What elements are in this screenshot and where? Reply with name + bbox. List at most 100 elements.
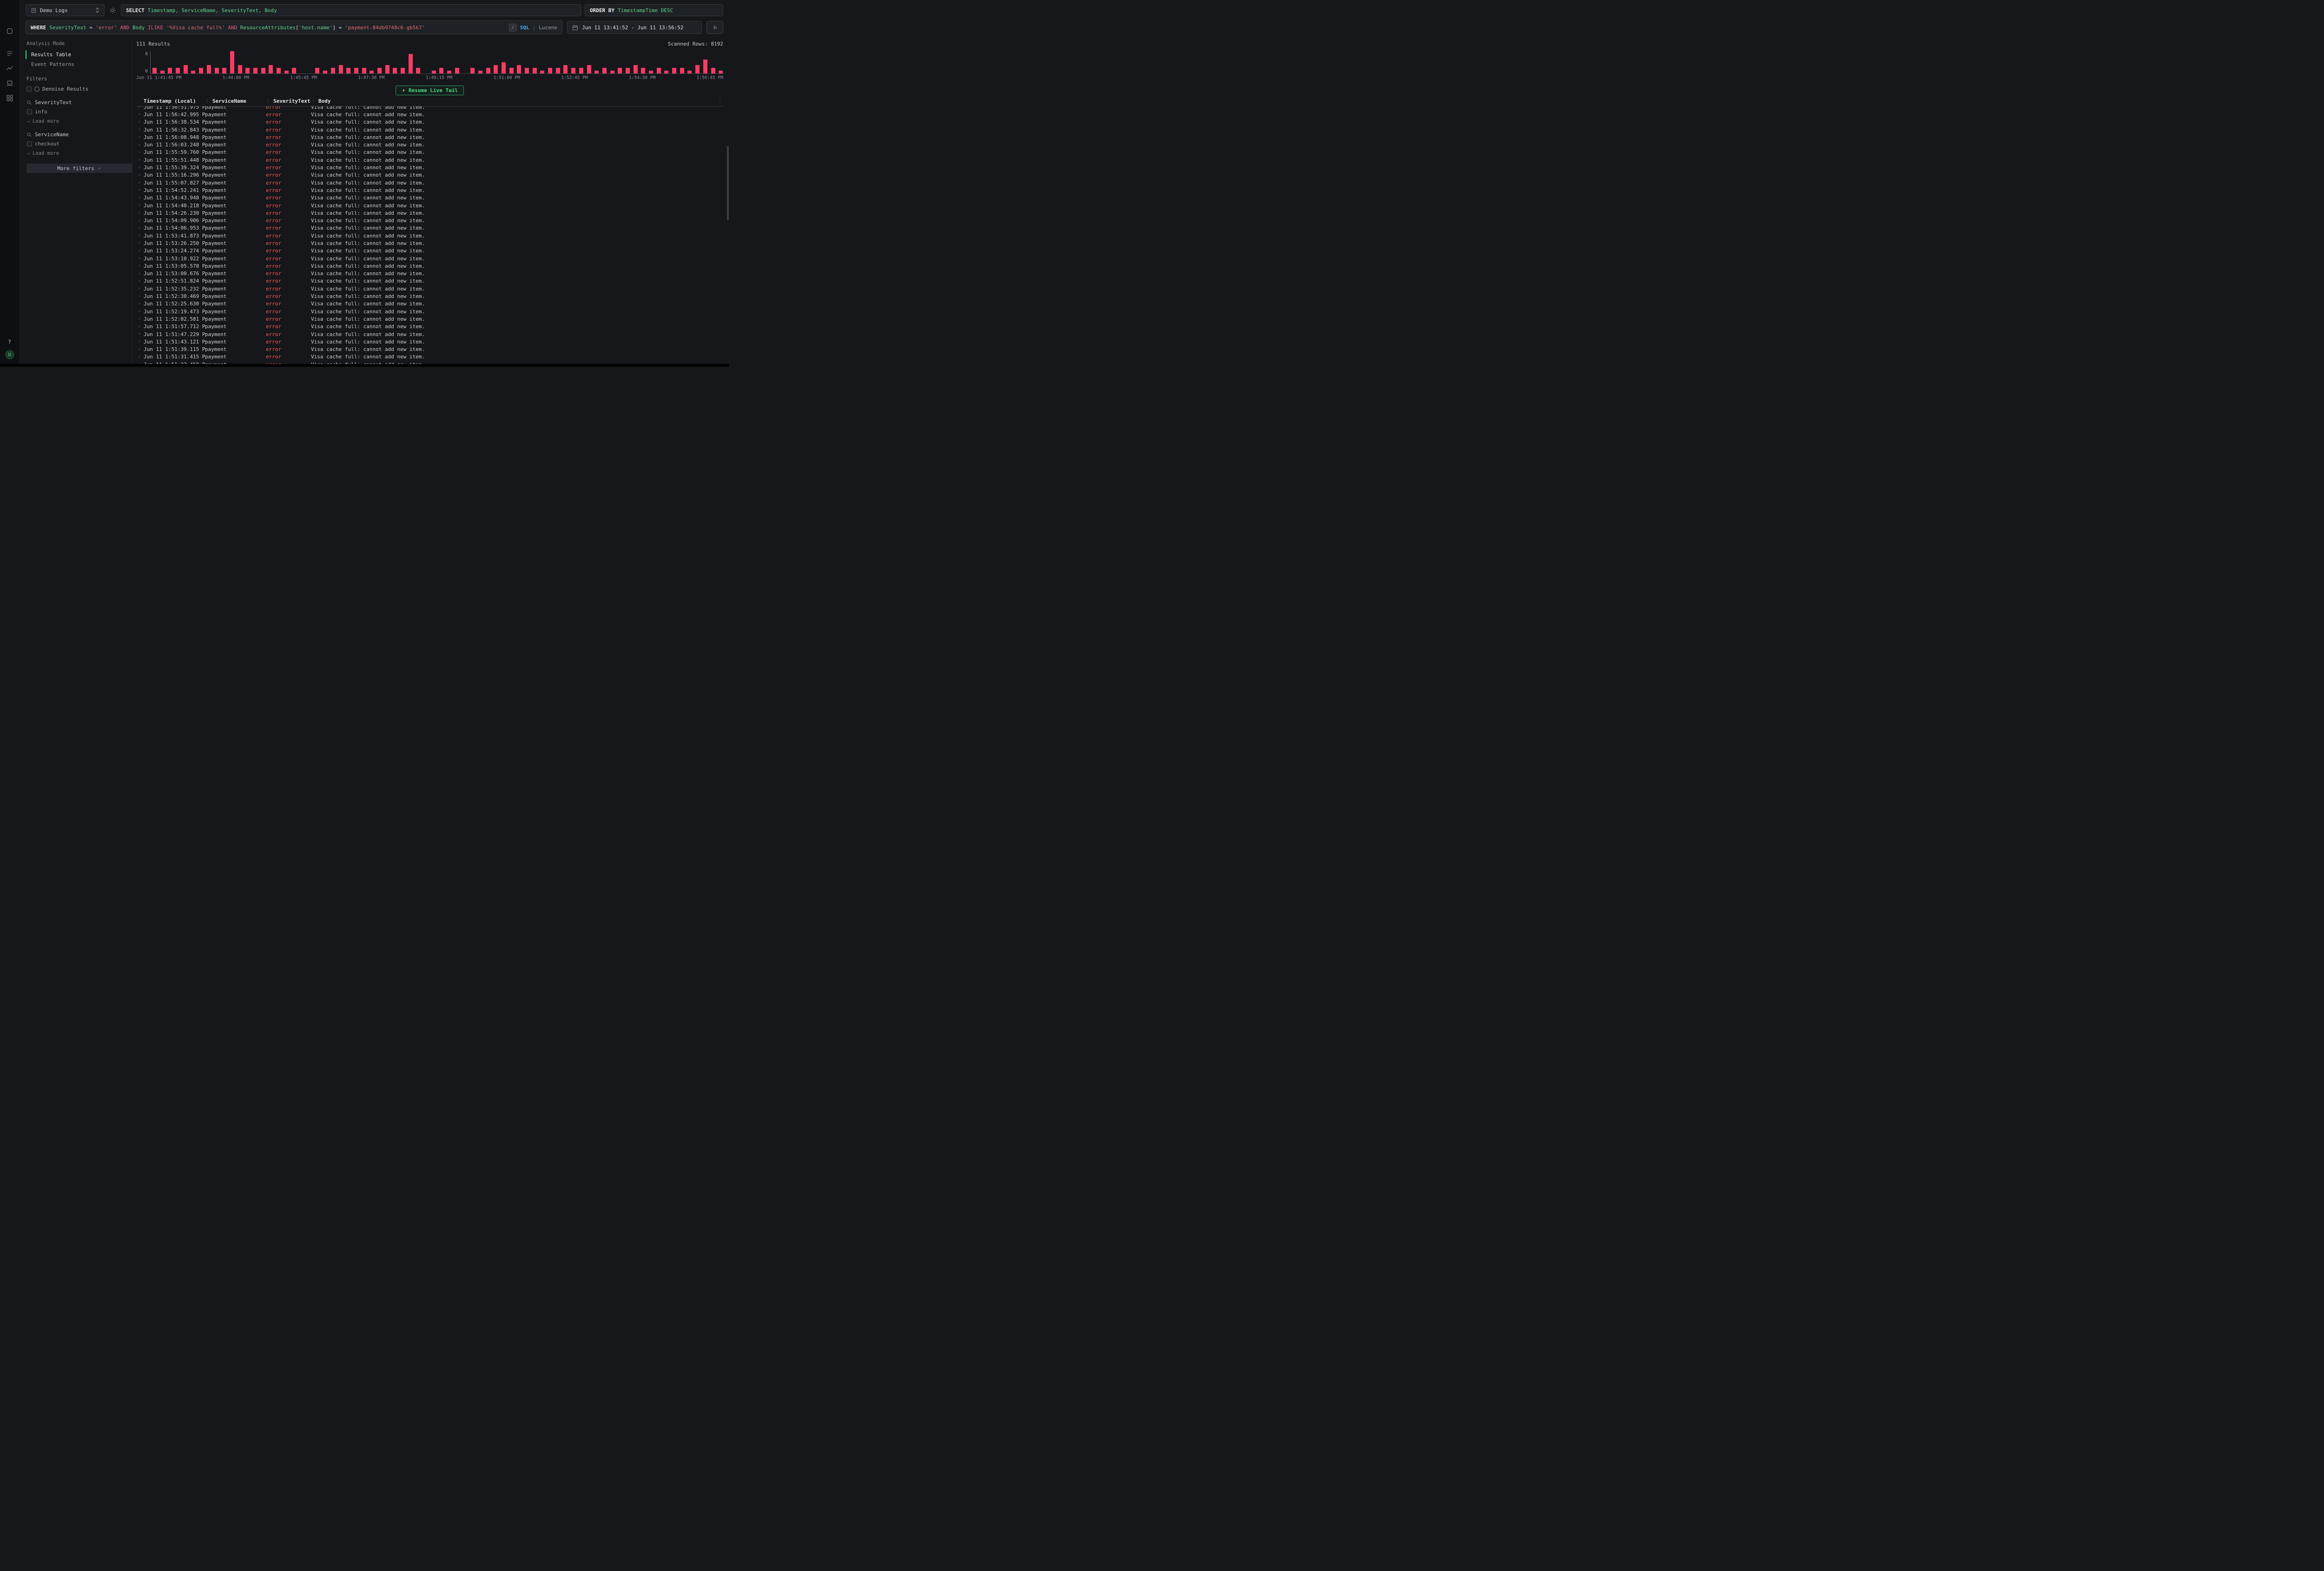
histogram-bar[interactable] bbox=[548, 68, 552, 73]
vertical-scrollbar-thumb[interactable] bbox=[727, 146, 729, 220]
row-expand-chevron-icon[interactable]: › bbox=[136, 256, 144, 261]
table-row[interactable]: › Jun 11 1:51:39.115 PM payment error Vi… bbox=[136, 346, 723, 353]
histogram-bar[interactable] bbox=[494, 65, 498, 73]
histogram-bar[interactable] bbox=[672, 68, 676, 73]
histogram-bar[interactable] bbox=[385, 65, 390, 73]
time-range-picker[interactable]: Jun 11 13:41:52 - Jun 11 13:56:52 bbox=[567, 21, 702, 34]
row-expand-chevron-icon[interactable]: › bbox=[136, 317, 144, 321]
load-more-servicename[interactable]: Load more bbox=[26, 151, 128, 156]
histogram-bar[interactable] bbox=[556, 68, 560, 73]
table-row[interactable]: › Jun 11 1:54:26.230 PM payment error Vi… bbox=[136, 209, 723, 217]
denoise-results-toggle[interactable]: Denoise Results bbox=[26, 86, 128, 92]
histogram-bar[interactable] bbox=[377, 68, 382, 73]
histogram-bar[interactable] bbox=[362, 68, 366, 73]
histogram-bar[interactable] bbox=[207, 65, 211, 73]
nav-sessions-button[interactable] bbox=[4, 77, 16, 89]
histogram-bar[interactable] bbox=[641, 68, 645, 73]
table-row[interactable]: › Jun 11 1:52:25.630 PM payment error Vi… bbox=[136, 300, 723, 308]
filter-group-servicename[interactable]: ServiceName bbox=[26, 132, 128, 138]
histogram-bar[interactable] bbox=[215, 68, 219, 73]
histogram-bar[interactable] bbox=[315, 68, 319, 73]
table-row[interactable]: › Jun 11 1:51:31.415 PM payment error Vi… bbox=[136, 353, 723, 361]
histogram-bar[interactable] bbox=[184, 65, 188, 73]
more-filters-button[interactable]: More filters bbox=[26, 164, 132, 173]
table-row[interactable]: › Jun 11 1:56:08.948 PM payment error Vi… bbox=[136, 133, 723, 141]
table-row[interactable]: › Jun 11 1:54:06.953 PM payment error Vi… bbox=[136, 224, 723, 232]
row-expand-chevron-icon[interactable]: › bbox=[136, 165, 144, 170]
histogram-bar[interactable] bbox=[168, 68, 172, 73]
mode-event-patterns[interactable]: Event Patterns bbox=[26, 60, 128, 69]
histogram-bar[interactable] bbox=[439, 68, 443, 73]
table-row[interactable]: › Jun 11 1:54:09.906 PM payment error Vi… bbox=[136, 217, 723, 224]
histogram-bar[interactable] bbox=[331, 68, 335, 73]
row-expand-chevron-icon[interactable]: › bbox=[136, 355, 144, 359]
denoise-checkbox[interactable] bbox=[26, 86, 32, 92]
row-expand-chevron-icon[interactable]: › bbox=[136, 158, 144, 162]
table-row[interactable]: › Jun 11 1:55:07.827 PM payment error Vi… bbox=[136, 179, 723, 186]
histogram-bar[interactable] bbox=[416, 68, 420, 73]
column-resize-handle[interactable]: ⋮ bbox=[311, 99, 316, 104]
row-expand-chevron-icon[interactable]: › bbox=[136, 127, 144, 132]
row-expand-chevron-icon[interactable]: › bbox=[136, 249, 144, 253]
table-row[interactable]: › Jun 11 1:53:24.274 PM payment error Vi… bbox=[136, 247, 723, 255]
table-row[interactable]: › Jun 11 1:55:51.448 PM payment error Vi… bbox=[136, 156, 723, 164]
histogram-bar[interactable] bbox=[563, 65, 568, 73]
row-expand-chevron-icon[interactable]: › bbox=[136, 294, 144, 299]
nav-logs-button[interactable] bbox=[4, 47, 16, 59]
table-row[interactable]: › Jun 11 1:54:40.218 PM payment error Vi… bbox=[136, 202, 723, 209]
histogram-bar[interactable] bbox=[571, 68, 575, 73]
histogram-bar[interactable] bbox=[680, 68, 684, 73]
histogram-bar[interactable] bbox=[695, 65, 700, 73]
histogram-bar[interactable] bbox=[626, 68, 630, 73]
column-header-servicename[interactable]: ⋮ ServiceName bbox=[205, 98, 266, 104]
column-resize-handle[interactable]: ⋮ bbox=[266, 99, 271, 104]
histogram-bar[interactable] bbox=[339, 65, 343, 73]
table-row[interactable]: › Jun 11 1:56:03.248 PM payment error Vi… bbox=[136, 141, 723, 148]
table-row[interactable]: › Jun 11 1:51:47.229 PM payment error Vi… bbox=[136, 330, 723, 338]
where-query-input[interactable]: WHERE SeverityText = 'error' AND Body IL… bbox=[26, 20, 562, 34]
select-query-input[interactable]: SELECT Timestamp, ServiceName, SeverityT… bbox=[121, 4, 581, 16]
source-settings-button[interactable] bbox=[108, 7, 117, 14]
column-header-body[interactable]: ⋮ Body bbox=[311, 98, 718, 104]
histogram-bar[interactable] bbox=[199, 68, 203, 73]
filter-group-severitytext[interactable]: SeverityText bbox=[26, 99, 128, 106]
lucene-mode-toggle[interactable]: Lucene bbox=[539, 25, 557, 31]
load-more-severitytext[interactable]: Load more bbox=[26, 119, 128, 124]
row-expand-chevron-icon[interactable]: › bbox=[136, 143, 144, 147]
row-expand-chevron-icon[interactable]: › bbox=[136, 218, 144, 223]
table-row[interactable]: › Jun 11 1:56:51.975 PM payment error Vi… bbox=[136, 106, 723, 111]
table-row[interactable]: › Jun 11 1:54:52.241 PM payment error Vi… bbox=[136, 186, 723, 194]
histogram-bar[interactable] bbox=[354, 68, 358, 73]
histogram-bar[interactable] bbox=[292, 68, 296, 73]
row-expand-chevron-icon[interactable]: › bbox=[136, 135, 144, 139]
histogram-bar[interactable] bbox=[687, 71, 692, 73]
table-row[interactable]: › Jun 11 1:52:30.469 PM payment error Vi… bbox=[136, 292, 723, 300]
histogram-bar[interactable] bbox=[610, 71, 614, 73]
histogram-bar[interactable] bbox=[323, 71, 327, 73]
histogram-bar[interactable] bbox=[509, 68, 514, 73]
table-row[interactable]: › Jun 11 1:55:39.324 PM payment error Vi… bbox=[136, 164, 723, 171]
table-row[interactable]: › Jun 11 1:53:05.578 PM payment error Vi… bbox=[136, 262, 723, 270]
histogram-bar[interactable] bbox=[401, 68, 405, 73]
histogram-bar[interactable] bbox=[393, 68, 397, 73]
row-expand-chevron-icon[interactable]: › bbox=[136, 150, 144, 155]
histogram-bar[interactable] bbox=[579, 68, 583, 73]
histogram-bar[interactable] bbox=[152, 68, 157, 73]
nav-search-button[interactable] bbox=[4, 25, 16, 37]
histogram-bar[interactable] bbox=[502, 62, 506, 73]
table-row[interactable]: › Jun 11 1:52:51.824 PM payment error Vi… bbox=[136, 277, 723, 285]
histogram-bar[interactable] bbox=[176, 68, 180, 73]
histogram-bar[interactable] bbox=[525, 68, 529, 73]
table-row[interactable]: › Jun 11 1:53:26.250 PM payment error Vi… bbox=[136, 239, 723, 247]
histogram-bar[interactable] bbox=[517, 65, 521, 73]
histogram-bar[interactable] bbox=[160, 71, 165, 73]
histogram-bar[interactable] bbox=[370, 71, 374, 73]
table-row[interactable]: › Jun 11 1:52:35.232 PM payment error Vi… bbox=[136, 285, 723, 292]
histogram-bar[interactable] bbox=[533, 68, 537, 73]
table-row[interactable]: › Jun 11 1:56:38.534 PM payment error Vi… bbox=[136, 119, 723, 126]
histogram-bar[interactable] bbox=[253, 68, 257, 73]
row-expand-chevron-icon[interactable]: › bbox=[136, 362, 144, 364]
nav-dashboards-button[interactable] bbox=[4, 92, 16, 104]
table-row[interactable]: › Jun 11 1:53:00.676 PM payment error Vi… bbox=[136, 270, 723, 277]
histogram-bar[interactable] bbox=[486, 68, 490, 73]
